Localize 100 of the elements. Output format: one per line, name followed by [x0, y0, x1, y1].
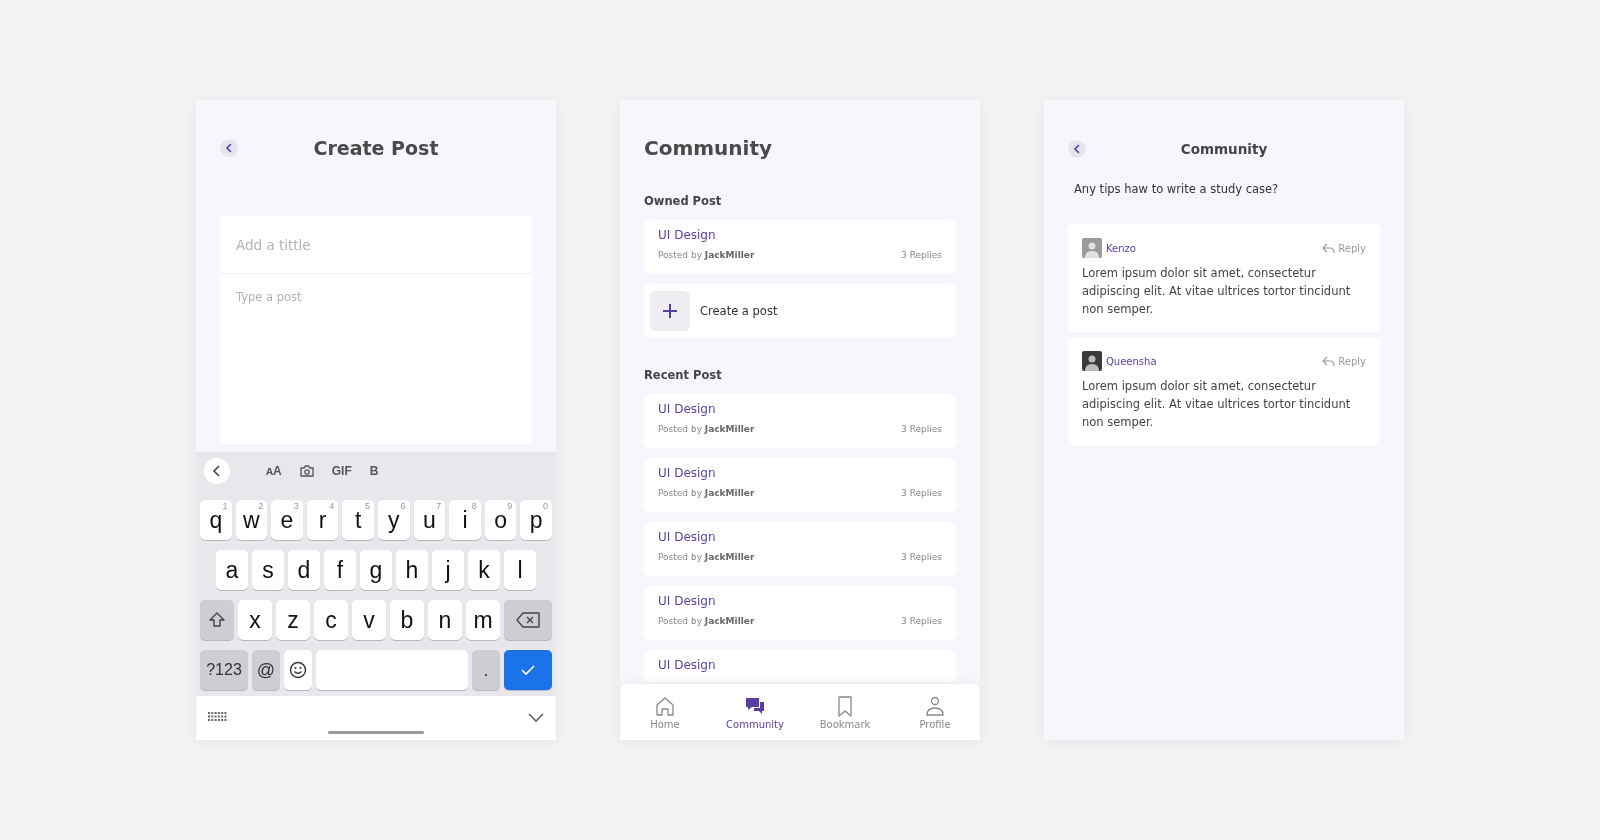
key[interactable]: b: [390, 600, 424, 640]
post-card[interactable]: UI Design Posted by JackMiller 3 Replies: [644, 220, 956, 274]
back-button[interactable]: [204, 458, 230, 484]
key-hint: 6: [400, 501, 406, 511]
key[interactable]: u$^{7}$: [413, 500, 446, 540]
key[interactable]: m: [466, 600, 500, 640]
nav-tab[interactable]: Community: [710, 684, 800, 740]
key[interactable]: ?123: [200, 650, 248, 690]
key-hint: 2: [258, 501, 264, 511]
post-author: Posted by JackMiller: [658, 488, 755, 498]
key[interactable]: d: [288, 550, 320, 590]
avatar-icon: [1082, 238, 1102, 258]
nav-tab[interactable]: Profile: [890, 684, 980, 740]
key[interactable]: p$^{0}$: [520, 500, 552, 540]
author-name[interactable]: Queensha: [1106, 355, 1319, 367]
nav-tab[interactable]: Home: [620, 684, 710, 740]
post-author: Posted by JackMiller: [658, 552, 755, 562]
key[interactable]: h: [396, 550, 428, 590]
key[interactable]: o$^{9}$: [484, 500, 517, 540]
screen-title: Community: [644, 136, 774, 160]
question-text: Any tips haw to write a study case?: [1074, 182, 1280, 196]
key[interactable]: c: [314, 600, 348, 640]
key[interactable]: @: [252, 650, 280, 690]
nav-tab[interactable]: Bookmark: [800, 684, 890, 740]
back-icon[interactable]: [220, 139, 238, 157]
key-hint: 1: [222, 501, 228, 511]
key-hint: 9: [507, 501, 513, 511]
section-heading: Owned Post: [644, 194, 723, 208]
post-title: UI Design: [658, 594, 717, 608]
chevron-down-icon[interactable]: [528, 713, 544, 723]
key[interactable]: v: [352, 600, 386, 640]
key[interactable]: w$^{2}$: [235, 500, 268, 540]
toolbar-button[interactable]: B: [369, 464, 379, 478]
key-hint: 4: [329, 501, 335, 511]
backspace-icon: [516, 612, 540, 628]
post-card[interactable]: UI Design Posted by JackMiller 3 Replies: [644, 522, 956, 576]
screen-title: Community: [1179, 141, 1269, 157]
comment-text: Lorem ipsum dolor sit amet, consectetur adipiscing elit. At vitae ultrices tortor tincidunt non semper.: [1082, 265, 1352, 318]
camera-icon[interactable]: [299, 465, 314, 477]
emoji-key[interactable]: [284, 650, 312, 690]
key[interactable]: e$^{3}$: [271, 500, 303, 540]
key[interactable]: n: [428, 600, 462, 640]
comment-text: Lorem ipsum dolor sit amet, consectetur adipiscing elit. At vitae ultrices tortor tincidunt non semper.: [1082, 378, 1352, 431]
post-card[interactable]: UI Design Posted by JackMiller 3 Replies: [644, 586, 956, 640]
post-title: UI Design: [658, 228, 717, 242]
key[interactable]: l: [504, 550, 536, 590]
chevron-left-icon: [212, 465, 222, 477]
create-post-button[interactable]: Create a post: [644, 284, 956, 338]
key[interactable]: j: [432, 550, 464, 590]
toolbar-button[interactable]: ᴀA: [266, 464, 282, 478]
post-title: UI Design: [658, 466, 717, 480]
key-hint: 0: [542, 501, 548, 511]
toolbar-button[interactable]: GIF: [331, 464, 352, 478]
avatar-icon: [1082, 351, 1102, 371]
post-author: Posted by JackMiller: [658, 424, 755, 434]
post-field[interactable]: Type a post: [220, 274, 532, 444]
backspace-key[interactable]: [504, 600, 552, 640]
screen-title: Create Post: [312, 137, 440, 159]
section-heading: Recent Post: [644, 368, 723, 382]
key[interactable]: q$^{1}$: [200, 500, 232, 540]
key[interactable]: .: [472, 650, 500, 690]
reply-count: 3 Replies: [901, 250, 942, 260]
key[interactable]: a: [216, 550, 248, 590]
key-hint: 7: [436, 501, 442, 511]
key-hint: 5: [364, 501, 370, 511]
post-author: Posted by JackMiller: [658, 616, 755, 626]
key[interactable]: s: [252, 550, 284, 590]
keyboard-icon[interactable]: [208, 712, 228, 724]
key[interactable]: y$^{6}$: [377, 500, 410, 540]
post-card[interactable]: UI Design Posted by JackMiller 3 Replies: [644, 458, 956, 512]
reply-count: 3 Replies: [901, 616, 942, 626]
post-title: UI Design: [658, 658, 717, 672]
shift-key[interactable]: [200, 600, 234, 640]
shift-icon: [208, 611, 226, 629]
key-hint: 8: [471, 501, 477, 511]
person-icon: [924, 694, 946, 717]
key[interactable]: z: [276, 600, 310, 640]
key[interactable]: f: [324, 550, 356, 590]
post-title: UI Design: [658, 402, 717, 416]
key[interactable]: r$^{4}$: [306, 500, 339, 540]
author-name[interactable]: Kenzo: [1106, 242, 1319, 254]
reply-count: 3 Replies: [901, 552, 942, 562]
key[interactable]: i $^{8}$: [449, 500, 481, 540]
reply-arrow-icon: [1322, 355, 1336, 367]
key[interactable]: t$^{5}$: [342, 500, 374, 540]
post-card[interactable]: UI Design Posted by JackMiller 3 Replies: [644, 394, 956, 448]
key-hint: 3: [293, 501, 299, 511]
reply-arrow-icon: [1322, 242, 1336, 254]
smiley-icon: [289, 661, 307, 679]
back-icon[interactable]: [1068, 140, 1086, 158]
enter-key[interactable]: [504, 650, 552, 690]
post-input[interactable]: Type a post: [236, 290, 516, 428]
reply-count: 3 Replies: [901, 488, 942, 498]
plus-icon: [662, 303, 678, 319]
post-title: UI Design: [658, 530, 717, 544]
post-card[interactable]: UI Design: [644, 650, 956, 682]
key[interactable]: k: [468, 550, 500, 590]
checkmark-icon: [520, 664, 536, 676]
key[interactable]: g: [360, 550, 392, 590]
key[interactable]: x: [238, 600, 272, 640]
